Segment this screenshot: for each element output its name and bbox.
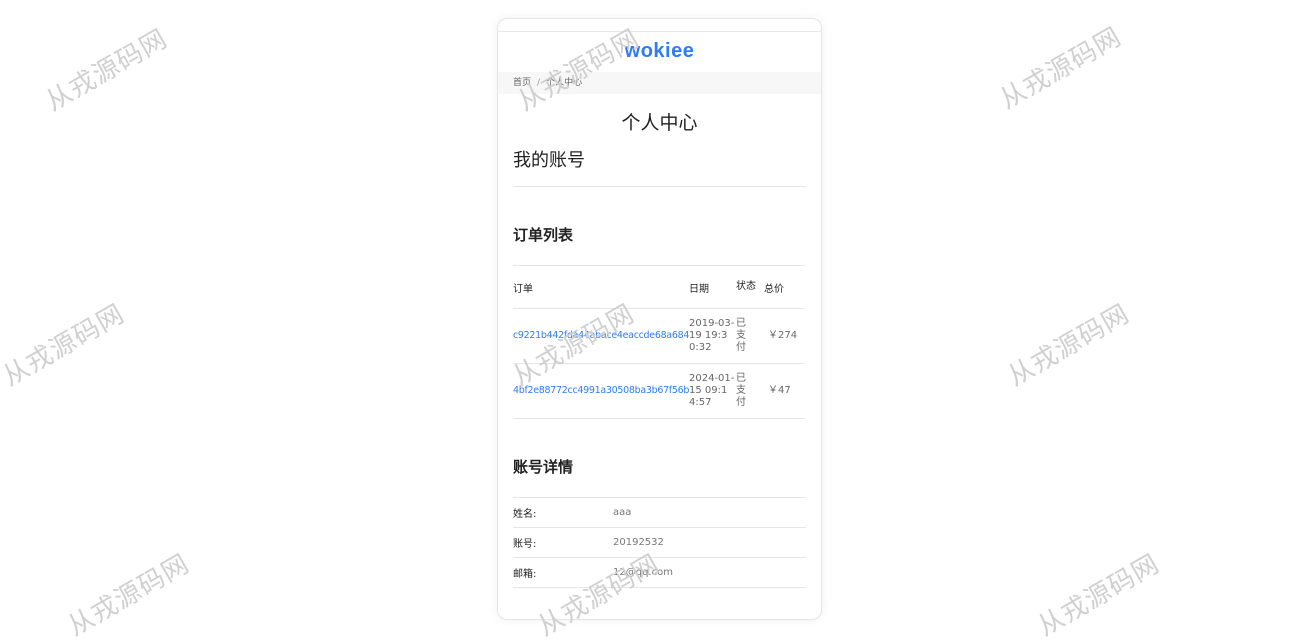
watermark: 从戎源码网	[62, 548, 195, 643]
breadcrumb-home-link[interactable]: 首页	[513, 78, 531, 88]
orders-section-title: 订单列表	[513, 226, 574, 244]
detail-row-account: 账号: 20192532	[513, 527, 806, 557]
column-header-date: 日期	[689, 265, 736, 309]
page-title: 个人中心	[621, 112, 698, 134]
order-id-cell: 4bf2e88772cc4991a30508ba3b67f56b	[513, 363, 689, 419]
order-status-text: 已支付	[736, 318, 746, 353]
account-details-title: 账号详情	[513, 458, 574, 476]
top-bar	[498, 19, 821, 32]
watermark: 从戎源码网	[0, 298, 130, 393]
order-status-text: 已支付	[736, 373, 746, 408]
divider	[513, 186, 806, 187]
order-link[interactable]: c9221b442fda44abace4eaccde68a684	[513, 330, 689, 341]
main-content: 个人中心 我的账号 订单列表 订单 日期 状态 总价 c9221b442fda4…	[498, 110, 821, 617]
orders-table: 订单 日期 状态 总价 c9221b442fda44abace4eaccde68…	[513, 265, 805, 419]
detail-value: 20192532	[613, 537, 664, 548]
detail-row-end	[513, 587, 806, 617]
breadcrumb: 首页 / 个人中心	[498, 72, 821, 94]
orders-header-row: 订单 日期 状态 总价	[513, 265, 805, 309]
watermark: 从戎源码网	[994, 21, 1127, 116]
breadcrumb-current: 个人中心	[546, 78, 583, 88]
order-date: 2019-03-19 19:30:32	[689, 308, 736, 364]
watermark: 从戎源码网	[1002, 298, 1135, 393]
order-id-cell: c9221b442fda44abace4eaccde68a684	[513, 308, 689, 364]
order-date: 2024-01-15 09:14:57	[689, 363, 736, 419]
order-link[interactable]: 4bf2e88772cc4991a30508ba3b67f56b	[513, 385, 689, 396]
detail-label: 邮箱:	[513, 569, 537, 580]
watermark: 从戎源码网	[40, 23, 173, 118]
table-row: c9221b442fda44abace4eaccde68a684 2019-03…	[513, 308, 805, 364]
mobile-page-frame: wokiee 首页 / 个人中心 个人中心 我的账号 订单列表 订单 日期 状态 总…	[497, 18, 822, 620]
site-logo[interactable]: wokiee	[498, 32, 821, 72]
detail-value: aaa	[613, 507, 632, 518]
column-header-status: 状态	[736, 265, 764, 309]
table-row: 4bf2e88772cc4991a30508ba3b67f56b 2024-01…	[513, 363, 805, 419]
order-total: ￥47	[764, 363, 805, 419]
detail-value: 12@qq.com	[613, 567, 673, 578]
column-header-total: 总价	[764, 265, 805, 309]
order-status: 已支付	[736, 363, 764, 419]
order-status: 已支付	[736, 308, 764, 364]
breadcrumb-separator: /	[537, 78, 541, 88]
detail-label: 姓名:	[513, 509, 537, 520]
watermark: 从戎源码网	[1032, 548, 1165, 643]
order-total: ￥274	[764, 308, 805, 364]
detail-row-name: 姓名: aaa	[513, 497, 806, 527]
account-heading: 我的账号	[513, 150, 585, 171]
column-header-order: 订单	[513, 265, 689, 309]
detail-row-email: 邮箱: 12@qq.com	[513, 557, 806, 587]
detail-label: 账号:	[513, 539, 537, 550]
account-details-list: 姓名: aaa 账号: 20192532 邮箱: 12@qq.com	[513, 497, 806, 617]
